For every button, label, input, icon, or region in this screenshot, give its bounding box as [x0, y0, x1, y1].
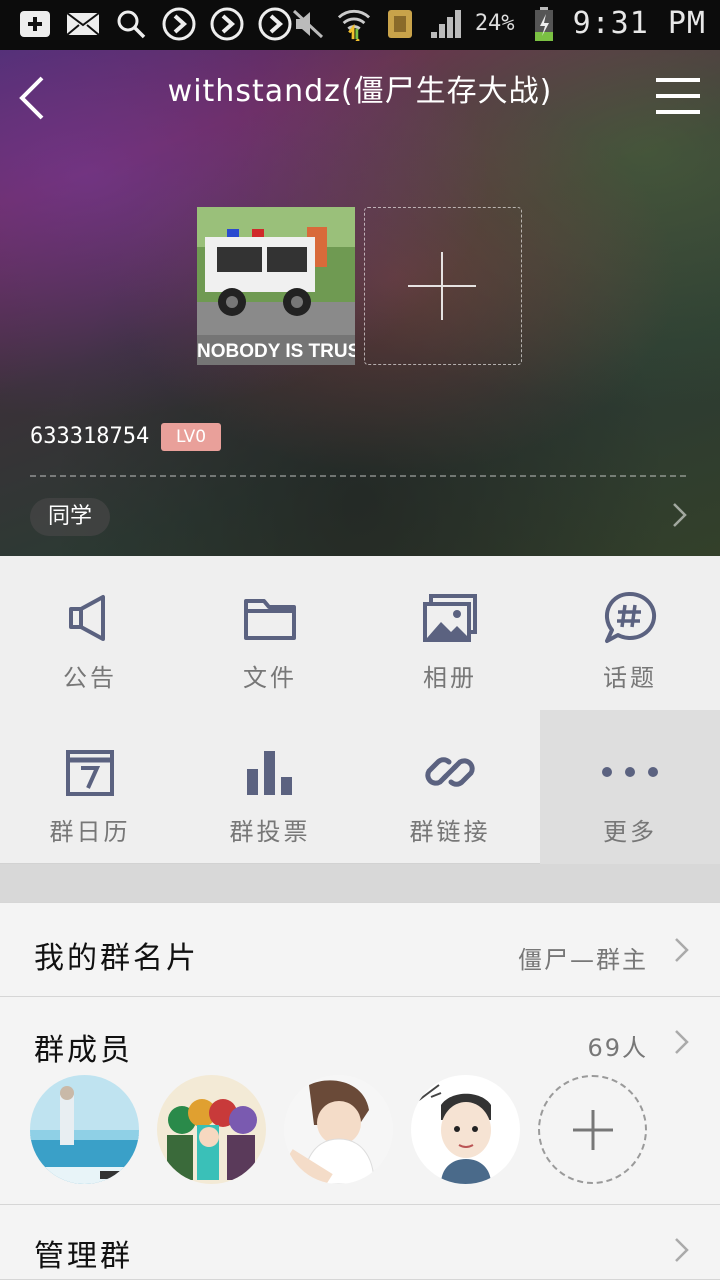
- battery-percent: 24%: [474, 11, 515, 36]
- hashtag-chat-icon: [601, 590, 659, 646]
- group-photo[interactable]: NOBODY IS TRUST: [197, 207, 355, 365]
- action-label: 群链接: [409, 818, 491, 846]
- play-circle-icon: [258, 7, 292, 41]
- chevron-right-icon: [672, 1027, 692, 1057]
- menu-button[interactable]: [654, 76, 702, 116]
- row-title: 群成员: [34, 1033, 133, 1068]
- status-bar: 24% 9:31 PM: [0, 0, 720, 50]
- action-link[interactable]: 群链接: [360, 710, 540, 864]
- action-announcement[interactable]: 公告: [0, 556, 180, 710]
- avatar[interactable]: [30, 1075, 139, 1184]
- member-avatars: [30, 1075, 647, 1184]
- battery-charging-icon: [527, 6, 561, 41]
- play-circle-icon: [210, 7, 244, 41]
- avatar[interactable]: [284, 1075, 393, 1184]
- action-album[interactable]: 相册: [360, 556, 540, 710]
- row-title: 管理群: [34, 1239, 133, 1274]
- action-topics[interactable]: 话题: [540, 556, 720, 710]
- group-header: withstandz(僵尸生存大战) NOBODY IS TRUST 63331…: [0, 50, 720, 556]
- my-group-card-row[interactable]: 我的群名片 僵尸—群主: [0, 902, 720, 997]
- app-notification-icon: [383, 7, 417, 41]
- calendar-icon: [61, 744, 119, 800]
- add-box-icon: [18, 7, 52, 41]
- action-label: 群日历: [49, 818, 131, 846]
- action-more[interactable]: 更多: [540, 710, 720, 864]
- plus-icon: [572, 1109, 613, 1150]
- avatar[interactable]: [157, 1075, 266, 1184]
- action-files[interactable]: 文件: [180, 556, 360, 710]
- search-icon: [114, 7, 148, 41]
- back-button[interactable]: [14, 70, 54, 126]
- section-spacer: [0, 864, 720, 902]
- action-vote[interactable]: 群投票: [180, 710, 360, 864]
- divider: [30, 475, 686, 477]
- mail-icon: [66, 7, 100, 41]
- action-label: 公告: [63, 664, 117, 692]
- chevron-right-icon: [672, 1235, 692, 1265]
- action-calendar[interactable]: 群日历: [0, 710, 180, 864]
- group-tag[interactable]: 同学: [30, 498, 111, 536]
- chevron-left-icon: [19, 76, 44, 120]
- page-title: withstandz(僵尸生存大战): [167, 74, 553, 109]
- clock: 9:31 PM: [572, 6, 706, 41]
- signal-icon: [429, 7, 463, 41]
- mute-icon: [291, 7, 325, 41]
- group-id: 633318754: [30, 424, 150, 449]
- play-circle-icon: [162, 7, 196, 41]
- row-title: 我的群名片: [34, 941, 199, 976]
- chevron-right-icon: [672, 935, 692, 965]
- plus-icon: [408, 252, 476, 320]
- action-label: 群投票: [229, 818, 311, 846]
- action-label: 更多: [603, 818, 657, 846]
- more-dots-icon: [601, 744, 659, 800]
- folder-icon: [241, 590, 299, 646]
- add-photo-button[interactable]: [364, 207, 522, 365]
- row-value: 僵尸—群主: [518, 946, 648, 974]
- level-badge: LV0: [161, 423, 221, 451]
- photo-album-icon: [421, 590, 479, 646]
- member-count: 69人: [587, 1034, 648, 1062]
- manage-group-row[interactable]: 管理群: [0, 1205, 720, 1280]
- action-label: 文件: [243, 664, 297, 692]
- action-label: 相册: [423, 664, 477, 692]
- megaphone-icon: [61, 590, 119, 646]
- avatar[interactable]: [411, 1075, 520, 1184]
- wifi-icon: [337, 7, 371, 41]
- hamburger-menu-icon: [656, 78, 700, 114]
- link-icon: [421, 744, 479, 800]
- add-member-button[interactable]: [538, 1075, 647, 1184]
- action-label: 话题: [603, 664, 657, 692]
- photo-caption: NOBODY IS TRUST: [197, 341, 355, 362]
- action-grid: 公告 文件 相册 话题 群日历 群投票 群链接 更多: [0, 556, 720, 864]
- chevron-right-icon[interactable]: [670, 500, 690, 530]
- bar-chart-icon: [241, 744, 299, 800]
